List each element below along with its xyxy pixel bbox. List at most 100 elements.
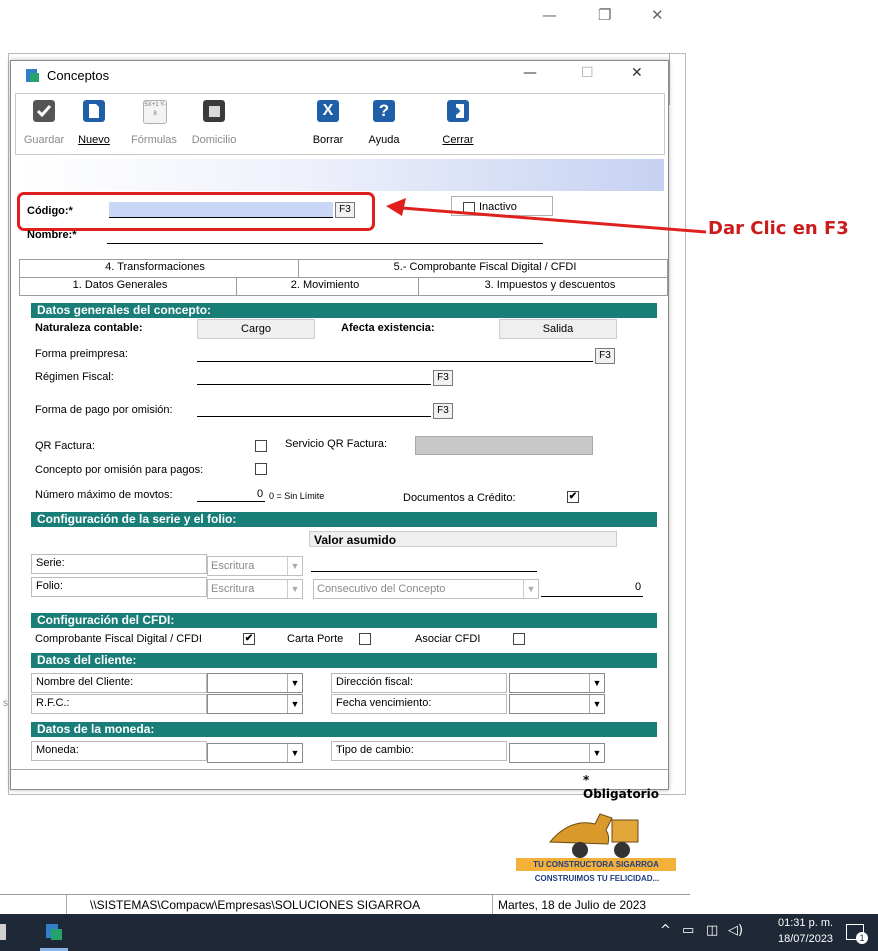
taskbar: ^ ▭ ◫ ◁) 01:31 p. m. 18/07/2023 1 bbox=[0, 914, 878, 951]
battery-icon[interactable]: ◫ bbox=[706, 923, 718, 938]
borrar-label: Borrar bbox=[312, 134, 344, 146]
forma-pago-input[interactable] bbox=[197, 416, 431, 417]
volume-icon[interactable]: ◁) bbox=[728, 923, 743, 938]
documentos-credito-label: Documentos a Crédito: bbox=[403, 492, 516, 504]
formulas-button[interactable]: 5X+1 Y-8 Fórmulas bbox=[124, 94, 184, 154]
direccion-fiscal-label: Dirección fiscal: bbox=[336, 676, 414, 688]
serie-type-select[interactable]: Escritura ▼ bbox=[207, 556, 303, 576]
qr-factura-checkbox[interactable] bbox=[255, 440, 267, 452]
regimen-fiscal-input[interactable] bbox=[197, 384, 431, 385]
borrar-button[interactable]: X Borrar bbox=[306, 94, 350, 154]
obligatorio-note: * Obligatorio bbox=[583, 773, 659, 801]
numero-maximo-input[interactable] bbox=[197, 501, 265, 502]
status-date: Martes, 18 de Julio de 2023 bbox=[498, 898, 647, 912]
domicilio-button[interactable]: Domicilio bbox=[186, 94, 242, 154]
header-gradient-bar bbox=[19, 159, 664, 191]
highlight-box bbox=[17, 192, 375, 231]
background-divider bbox=[669, 53, 670, 105]
tab-movimiento[interactable]: 2. Movimiento bbox=[270, 279, 380, 291]
notification-badge: 1 bbox=[856, 932, 868, 944]
domicilio-label: Domicilio bbox=[191, 134, 237, 146]
forma-pago-f3-button[interactable]: F3 bbox=[433, 403, 453, 419]
afecta-value: Salida bbox=[499, 319, 617, 339]
fecha-vencimiento-select[interactable]: ▼ bbox=[509, 694, 605, 714]
serie-value-input[interactable] bbox=[311, 571, 537, 572]
taskbar-time[interactable]: 01:31 p. m. bbox=[778, 917, 833, 929]
section-cliente: Datos del cliente: bbox=[31, 653, 657, 668]
asociar-cfdi-checkbox[interactable] bbox=[513, 633, 525, 645]
folio-type-select[interactable]: Escritura ▼ bbox=[207, 579, 303, 599]
start-edge[interactable] bbox=[0, 924, 6, 940]
forma-preimpresa-f3-button[interactable]: F3 bbox=[595, 348, 615, 364]
servicio-qr-input[interactable] bbox=[415, 436, 593, 455]
side-letter: s bbox=[3, 698, 8, 709]
outer-close-button[interactable]: ✕ bbox=[651, 6, 664, 24]
documentos-credito-checkbox[interactable]: ✔ bbox=[567, 491, 579, 503]
rfc-select[interactable]: ▼ bbox=[207, 694, 303, 714]
regimen-fiscal-f3-button[interactable]: F3 bbox=[433, 370, 453, 386]
dialog-close-button[interactable]: ✕ bbox=[631, 65, 643, 81]
afecta-label: Afecta existencia: bbox=[341, 322, 435, 334]
tipo-cambio-cell: Tipo de cambio: bbox=[331, 741, 507, 761]
nuevo-label: Nuevo bbox=[78, 134, 110, 146]
tab-transformaciones[interactable]: 4. Transformaciones bbox=[90, 261, 220, 273]
nombre-input[interactable] bbox=[107, 243, 543, 244]
section-moneda: Datos de la moneda: bbox=[31, 722, 657, 737]
outer-restore-button[interactable]: ❐ bbox=[598, 6, 611, 24]
new-document-icon bbox=[83, 100, 105, 122]
formulas-label: Fórmulas bbox=[131, 134, 177, 146]
tipo-cambio-select[interactable]: ▼ bbox=[509, 743, 605, 763]
chevron-down-icon: ▼ bbox=[287, 557, 302, 575]
numero-maximo-label: Número máximo de movtos: bbox=[35, 489, 173, 501]
section-serie-folio: Configuración de la serie y el folio: bbox=[31, 512, 657, 527]
comprobante-label: Comprobante Fiscal Digital / CFDI bbox=[35, 633, 202, 645]
cerrar-button[interactable]: Cerrar bbox=[436, 94, 480, 154]
forma-preimpresa-input[interactable] bbox=[197, 361, 593, 362]
direccion-fiscal-select[interactable]: ▼ bbox=[509, 673, 605, 693]
guardar-label: Guardar bbox=[23, 134, 65, 146]
ayuda-label: Ayuda bbox=[368, 134, 400, 146]
ayuda-button[interactable]: ? Ayuda bbox=[362, 94, 406, 154]
tray-chevron-up-icon[interactable]: ^ bbox=[660, 923, 671, 938]
dialog-minimize-button[interactable]: — bbox=[523, 65, 537, 81]
logo-line1: TU CONSTRUCTORA SIGARROA bbox=[516, 858, 676, 871]
moneda-select[interactable]: ▼ bbox=[207, 743, 303, 763]
chevron-down-icon: ▼ bbox=[287, 674, 302, 692]
folio-value-input[interactable] bbox=[541, 596, 643, 597]
folio-consecutivo-select[interactable]: Consecutivo del Concepto ▼ bbox=[313, 579, 539, 599]
tab-row-bottom: 1. Datos Generales 2. Movimiento 3. Impu… bbox=[19, 277, 668, 296]
status-path: \\SISTEMAS\Compacw\Empresas\SOLUCIONES S… bbox=[90, 898, 421, 912]
annotation-arrow bbox=[386, 198, 707, 234]
fecha-vencimiento-label: Fecha vencimiento: bbox=[336, 697, 432, 709]
conceptos-dialog: Conceptos — ☐ ✕ Guardar Nuevo 5X+1 Y-8 F… bbox=[10, 60, 669, 801]
forma-pago-label: Forma de pago por omisión: bbox=[35, 404, 173, 416]
tab-impuestos[interactable]: 3. Impuestos y descuentos bbox=[460, 279, 640, 291]
dialog-titlebar: Conceptos — ☐ ✕ bbox=[11, 61, 668, 91]
tab-datos-generales[interactable]: 1. Datos Generales bbox=[50, 279, 190, 291]
outer-minimize-button[interactable]: — bbox=[542, 6, 557, 24]
nombre-cliente-label: Nombre del Cliente: bbox=[36, 676, 134, 688]
nuevo-button[interactable]: Nuevo bbox=[72, 94, 116, 154]
concepto-omision-checkbox[interactable] bbox=[255, 463, 267, 475]
taskbar-app-icon[interactable] bbox=[44, 922, 64, 942]
nombre-cliente-cell: Nombre del Cliente: bbox=[31, 673, 207, 693]
folio-label: Folio: bbox=[36, 580, 63, 592]
taskbar-date[interactable]: 18/07/2023 bbox=[778, 933, 833, 945]
chevron-down-icon: ▼ bbox=[287, 580, 302, 598]
naturaleza-value: Cargo bbox=[197, 319, 315, 339]
tipo-cambio-label: Tipo de cambio: bbox=[336, 744, 414, 756]
carta-porte-checkbox[interactable] bbox=[359, 633, 371, 645]
serie-type-value: Escritura bbox=[211, 560, 255, 572]
nombre-cliente-select[interactable]: ▼ bbox=[207, 673, 303, 693]
dialog-maximize-button[interactable]: ☐ bbox=[581, 65, 594, 81]
cerrar-label: Cerrar bbox=[442, 134, 474, 146]
tab-cfdi[interactable]: 5.- Comprobante Fiscal Digital / CFDI bbox=[370, 261, 600, 273]
chevron-down-icon: ▼ bbox=[589, 695, 604, 713]
fecha-vencimiento-cell: Fecha vencimiento: bbox=[331, 694, 507, 714]
guardar-button[interactable]: Guardar bbox=[22, 94, 66, 154]
section-cfdi: Configuración del CFDI: bbox=[31, 613, 657, 628]
folio-consecutivo-value: Consecutivo del Concepto bbox=[317, 583, 446, 595]
comprobante-checkbox[interactable]: ✔ bbox=[243, 633, 255, 645]
network-icon[interactable]: ▭ bbox=[682, 923, 694, 938]
chevron-down-icon: ▼ bbox=[589, 674, 604, 692]
